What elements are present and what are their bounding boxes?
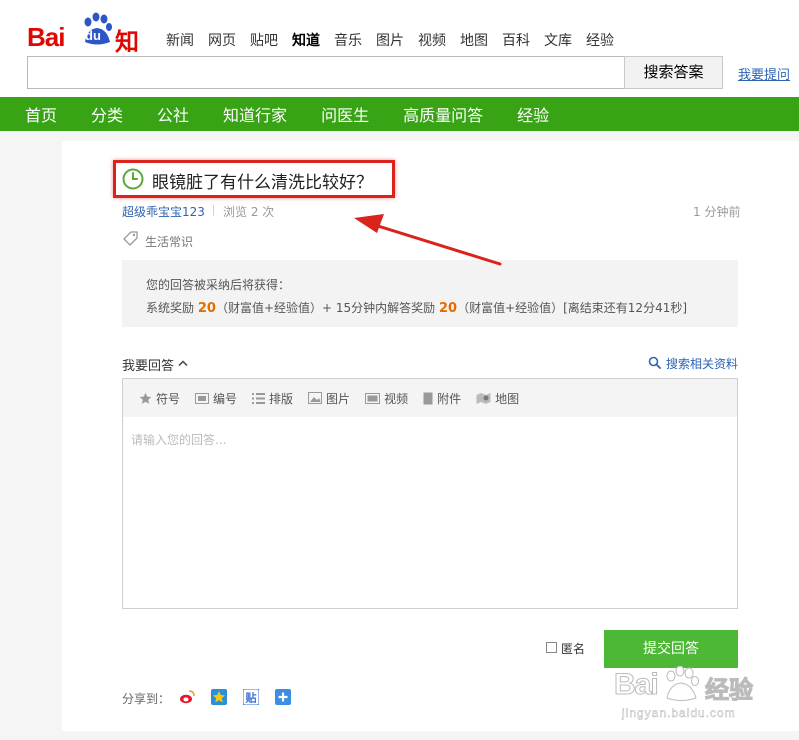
tool-video-label: 视频 xyxy=(384,391,409,406)
map-pin-icon xyxy=(476,392,491,404)
anonymous-label: 匿名 xyxy=(561,642,586,656)
nav-home[interactable]: 首页 xyxy=(25,102,57,126)
question-tag[interactable]: 生活常识 xyxy=(145,233,193,250)
topnav-video[interactable]: 视频 xyxy=(418,30,446,50)
header: Bai du 知道 新闻 网页 贴吧 知道 音乐 图片 视频 地图 百科 文库 … xyxy=(0,0,799,97)
tieba-icon[interactable]: 贴 xyxy=(243,689,259,705)
reward-intro: 您的回答被采纳后将获得： xyxy=(146,278,291,292)
reward-bonus-points: 20 xyxy=(438,301,458,316)
image-icon xyxy=(308,392,323,404)
tool-symbol-label: 符号 xyxy=(156,391,181,406)
search-icon[interactable] xyxy=(648,356,661,369)
meta-divider: | xyxy=(212,204,215,216)
ask-question-link[interactable]: 我要提问 xyxy=(738,64,790,83)
tool-image-label: 图片 xyxy=(326,391,351,406)
video-icon xyxy=(365,392,381,404)
weibo-icon[interactable] xyxy=(179,689,195,705)
view-count: 浏览 2 次 xyxy=(223,205,275,219)
logo-bai-text: Bai xyxy=(27,22,65,52)
tool-layout-label: 排版 xyxy=(269,391,294,406)
reward-system-points: 20 xyxy=(197,301,216,316)
tool-numbering-label: 编号 xyxy=(213,391,238,406)
topnav-tieba[interactable]: 贴吧 xyxy=(250,30,278,50)
nav-experts[interactable]: 知道行家 xyxy=(223,102,287,126)
question-time: 1 分钟前 xyxy=(693,205,741,219)
tool-layout[interactable]: 排版 xyxy=(252,390,293,407)
watermark-url: jingyan.baidu.com xyxy=(622,706,736,720)
topnav-news[interactable]: 新闻 xyxy=(166,30,194,50)
reward-details: 系统奖励 20（财富值+经验值）+ 15分钟内解答奖励 20（财富值+经验值）[… xyxy=(146,299,687,316)
watermark-jingyan: 经验 xyxy=(705,676,754,705)
more-share-plus-icon[interactable] xyxy=(275,689,291,705)
reward-info-box xyxy=(122,260,738,327)
file-icon xyxy=(423,392,433,404)
main-nav: 首页 分类 公社 知道行家 问医生 高质量问答 经验 xyxy=(0,97,799,131)
tag-icon xyxy=(123,231,138,246)
clock-icon xyxy=(122,168,144,190)
baidu-zhidao-logo[interactable]: Bai du 知道 xyxy=(27,8,149,91)
submit-answer-button[interactable]: 提交回答 xyxy=(604,630,738,668)
tool-map-label: 地图 xyxy=(495,391,520,406)
tool-attachment[interactable]: 附件 xyxy=(423,390,461,407)
numbering-icon xyxy=(195,392,210,404)
top-nav: 新闻 网页 贴吧 知道 音乐 图片 视频 地图 百科 文库 经验 xyxy=(166,30,628,50)
search-answers-button[interactable]: 搜索答案 xyxy=(624,56,723,89)
chevron-up-icon[interactable] xyxy=(178,359,188,367)
reward-system-unit: （财富值+经验值）+ 15分钟内解答奖励 xyxy=(215,301,436,315)
search-input[interactable] xyxy=(27,56,625,89)
topnav-wenku[interactable]: 文库 xyxy=(544,30,572,50)
list-icon xyxy=(252,392,266,404)
tool-image[interactable]: 图片 xyxy=(308,390,350,407)
topnav-images[interactable]: 图片 xyxy=(376,30,404,50)
question-title: 眼镜脏了有什么清洗比较好？ xyxy=(152,173,373,193)
topnav-music[interactable]: 音乐 xyxy=(334,30,362,50)
nav-categories[interactable]: 分类 xyxy=(91,102,123,126)
reward-system-label: 系统奖励 xyxy=(146,301,195,315)
answer-placeholder: 请输入您的回答... xyxy=(131,433,227,447)
nav-commune[interactable]: 公社 xyxy=(157,102,189,126)
nav-ask-doctor[interactable]: 问医生 xyxy=(321,102,369,126)
reward-bonus-unit: （财富值+经验值）[离结束还有12分41秒] xyxy=(457,301,688,315)
qzone-icon[interactable] xyxy=(211,689,227,705)
topnav-zhidao[interactable]: 知道 xyxy=(292,30,320,50)
my-answer-header[interactable]: 我要回答 xyxy=(122,355,174,374)
topnav-baike[interactable]: 百科 xyxy=(502,30,530,50)
tool-attachment-label: 附件 xyxy=(437,391,462,406)
star-icon xyxy=(139,392,152,404)
anonymous-checkbox[interactable] xyxy=(546,642,557,653)
tool-map[interactable]: 地图 xyxy=(476,390,519,407)
watermark-bai: Bai xyxy=(614,668,660,702)
watermark-paw-icon xyxy=(666,666,699,701)
asker-name-link[interactable]: 超级乖宝宝123 xyxy=(122,203,205,220)
topnav-web[interactable]: 网页 xyxy=(208,30,236,50)
svg-text:贴: 贴 xyxy=(245,691,257,705)
share-label: 分享到： xyxy=(122,692,171,706)
tool-numbering[interactable]: 编号 xyxy=(195,390,237,407)
logo-du-text: du xyxy=(85,28,101,43)
editor-toolbar: 符号 编号 排版 图片 视频 附件 地图 xyxy=(123,379,737,417)
tool-video[interactable]: 视频 xyxy=(365,390,408,407)
topnav-jingyan[interactable]: 经验 xyxy=(586,30,614,50)
topnav-map[interactable]: 地图 xyxy=(460,30,488,50)
nav-experience[interactable]: 经验 xyxy=(517,102,549,126)
tool-symbol[interactable]: 符号 xyxy=(139,390,180,407)
nav-quality-qa[interactable]: 高质量问答 xyxy=(403,102,483,126)
search-related-link[interactable]: 搜索相关资料 xyxy=(666,355,738,372)
